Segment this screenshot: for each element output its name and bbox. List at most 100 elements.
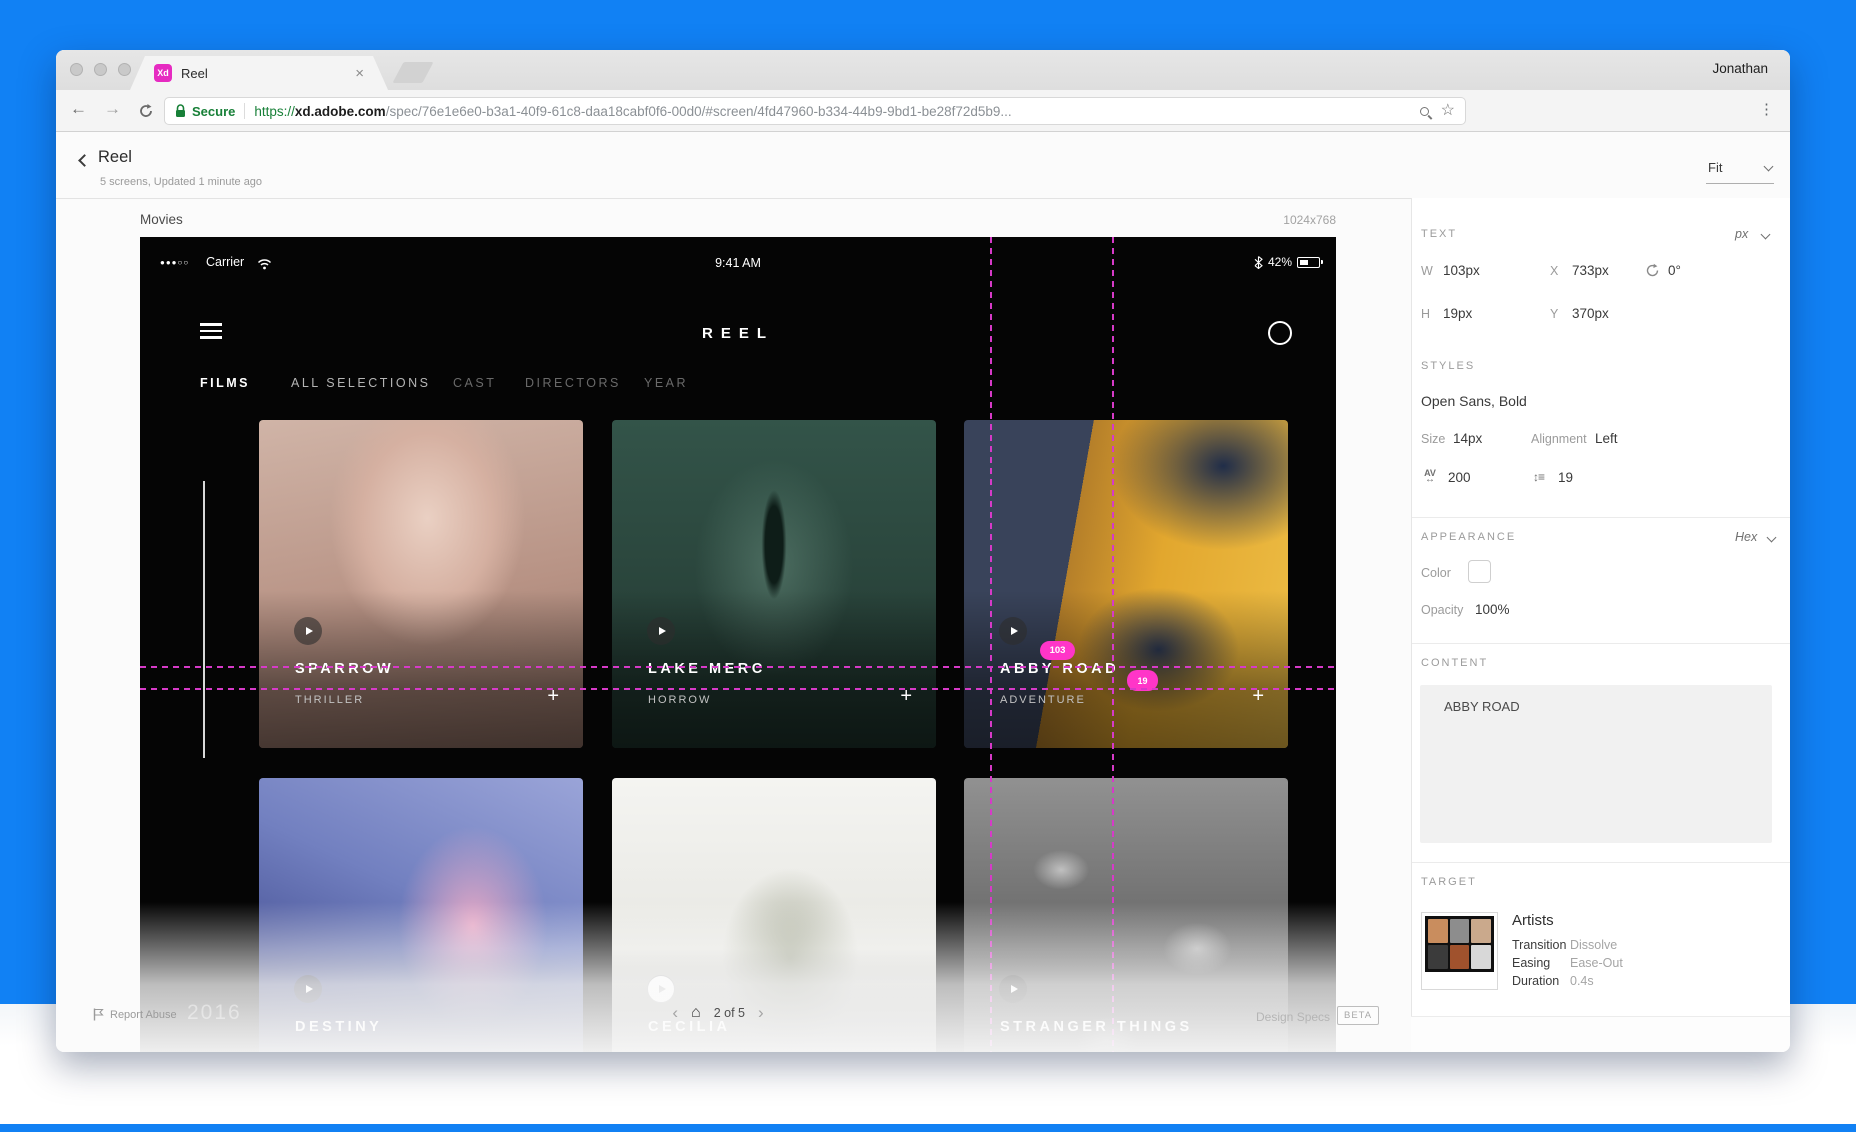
alignment-value: Left [1595, 431, 1618, 446]
browser-window: Xd Reel × Jonathan ← → Secure https://xd… [56, 50, 1790, 1052]
movie-title: SPARROW [295, 661, 394, 677]
zoom-page-icon[interactable] [1420, 107, 1429, 116]
styles-section-heading: STYLES [1421, 360, 1475, 372]
xd-spec-page: Reel 5 screens, Updated 1 minute ago Fit… [56, 132, 1790, 1052]
movie-genre: ADVENTURE [1000, 694, 1086, 706]
next-screen-icon[interactable]: › [758, 1004, 764, 1021]
movie-title: LAKE MERC [648, 661, 766, 677]
target-thumbnail-grid [1425, 916, 1494, 972]
secure-label: Secure [192, 104, 235, 119]
status-time: 9:41 AM [140, 256, 1336, 270]
target-section-heading: TARGET [1421, 876, 1477, 888]
movie-card-abby-road[interactable]: 103 ABBY ROAD 19 ADVENTURE + [964, 420, 1288, 748]
movie-card-lake-merc[interactable]: LAKE MERC HORROW + [612, 420, 936, 748]
section-divider [1412, 517, 1790, 518]
app-title: REEL [140, 325, 1336, 342]
url-bar[interactable]: Secure https://xd.adobe.com/spec/76e1e6e… [164, 97, 1466, 125]
easing-label: Easing [1512, 956, 1550, 970]
timeline-scrollbar[interactable] [203, 481, 205, 758]
nav-all-selections[interactable]: ALL SELECTIONS [291, 376, 430, 390]
browser-menu-icon[interactable]: ⋮ [1759, 100, 1774, 118]
target-screen-name[interactable]: Artists [1512, 912, 1554, 929]
zoom-window-button[interactable] [118, 63, 131, 76]
close-window-button[interactable] [70, 63, 83, 76]
tab-strip: Xd Reel × Jonathan [56, 50, 1790, 90]
url-path: /spec/76e1e6e0-b3a1-40f9-61c8-daa18cabf0… [386, 104, 1012, 119]
nav-directors[interactable]: DIRECTORS [525, 376, 621, 390]
battery-icon [1297, 257, 1320, 268]
x-label: X [1550, 264, 1558, 278]
selection-guide-horizontal-bottom [140, 688, 1336, 690]
status-right-group: 42% [1254, 255, 1320, 269]
alignment-label: Alignment [1531, 432, 1587, 446]
profile-circle-icon[interactable] [1268, 321, 1292, 345]
rotation-icon [1645, 263, 1660, 283]
home-icon[interactable]: ⌂ [691, 1005, 701, 1021]
prev-screen-icon[interactable]: ‹ [672, 1004, 678, 1021]
play-icon[interactable] [294, 617, 322, 645]
movie-title-selected[interactable]: ABBY ROAD [1000, 661, 1119, 677]
nav-year[interactable]: YEAR [644, 376, 688, 390]
movie-genre: THRILLER [295, 694, 364, 706]
section-divider [1412, 862, 1790, 863]
rotation-value: 0° [1668, 263, 1681, 278]
browser-tab[interactable]: Xd Reel × [130, 56, 388, 90]
easing-value: Ease-Out [1570, 956, 1623, 970]
pager-label: 2 of 5 [714, 1006, 745, 1020]
urlbar-actions: ☆ [1420, 103, 1455, 119]
screen-size-label: 1024x768 [1246, 213, 1336, 227]
back-icon[interactable]: ← [70, 99, 87, 119]
beta-badge: BETA [1337, 1006, 1379, 1025]
size-value: 14px [1453, 431, 1482, 446]
tab-title: Reel [181, 66, 208, 81]
width-label: W [1421, 264, 1433, 278]
duration-label: Duration [1512, 974, 1559, 988]
minimize-window-button[interactable] [94, 63, 107, 76]
screen-name-label: Movies [140, 212, 183, 227]
reload-icon[interactable] [138, 103, 154, 124]
color-label: Color [1421, 566, 1451, 580]
text-section-heading: TEXT [1421, 228, 1457, 240]
target-screen-thumbnail[interactable] [1421, 912, 1498, 990]
back-chevron-icon[interactable] [78, 154, 91, 167]
unit-select-value[interactable]: px [1735, 227, 1748, 241]
nav-cast[interactable]: CAST [453, 376, 496, 390]
content-text-value: ABBY ROAD [1444, 699, 1520, 714]
content-section-heading: CONTENT [1421, 657, 1488, 669]
nav-films[interactable]: FILMS [200, 376, 250, 390]
zoom-select[interactable]: Fit [1706, 160, 1774, 184]
width-value: 103px [1443, 263, 1480, 278]
ios-status-bar: ●●●○○ Carrier 9:41 AM 42% [140, 255, 1336, 273]
forward-icon[interactable]: → [104, 99, 121, 119]
spec-panel-footer [1411, 1016, 1790, 1052]
url-protocol: https:// [254, 104, 295, 119]
canvas-bottom-fade [140, 902, 1336, 1052]
play-icon[interactable] [647, 617, 675, 645]
url-domain: xd.adobe.com [295, 104, 386, 119]
color-swatch[interactable] [1468, 560, 1491, 583]
new-tab-button[interactable] [392, 62, 433, 83]
artboard-movies[interactable]: ●●●○○ Carrier 9:41 AM 42% REEL FILMS AL [140, 237, 1336, 1052]
line-spacing-icon: ↕≡ [1533, 470, 1544, 484]
section-divider [1412, 643, 1790, 644]
adobe-xd-favicon: Xd [154, 64, 172, 82]
tab-close-icon[interactable]: × [355, 66, 364, 81]
color-format-value[interactable]: Hex [1735, 530, 1757, 544]
screen-pager: ‹ ⌂ 2 of 5 › [618, 1004, 818, 1021]
movie-card-sparrow[interactable]: SPARROW THRILLER + [259, 420, 583, 748]
movie-genre: HORROW [648, 694, 711, 706]
annotation-badge[interactable]: 103 [1040, 641, 1075, 660]
chevron-down-icon [1764, 162, 1774, 172]
bookmark-star-icon[interactable]: ☆ [1441, 103, 1455, 119]
play-icon[interactable] [999, 617, 1027, 645]
transition-value: Dissolve [1570, 938, 1617, 952]
document-title[interactable]: Reel [98, 148, 132, 167]
url-text[interactable]: https://xd.adobe.com/spec/76e1e6e0-b3a1-… [254, 104, 1011, 119]
opacity-label: Opacity [1421, 603, 1463, 617]
y-value: 370px [1572, 306, 1609, 321]
url-separator [244, 103, 245, 119]
transition-label: Transition [1512, 938, 1566, 952]
character-spacing-icon: AV ↔ [1421, 468, 1439, 485]
report-abuse-button[interactable]: Report Abuse [93, 1008, 177, 1021]
selection-guide-horizontal-top [140, 666, 1336, 668]
